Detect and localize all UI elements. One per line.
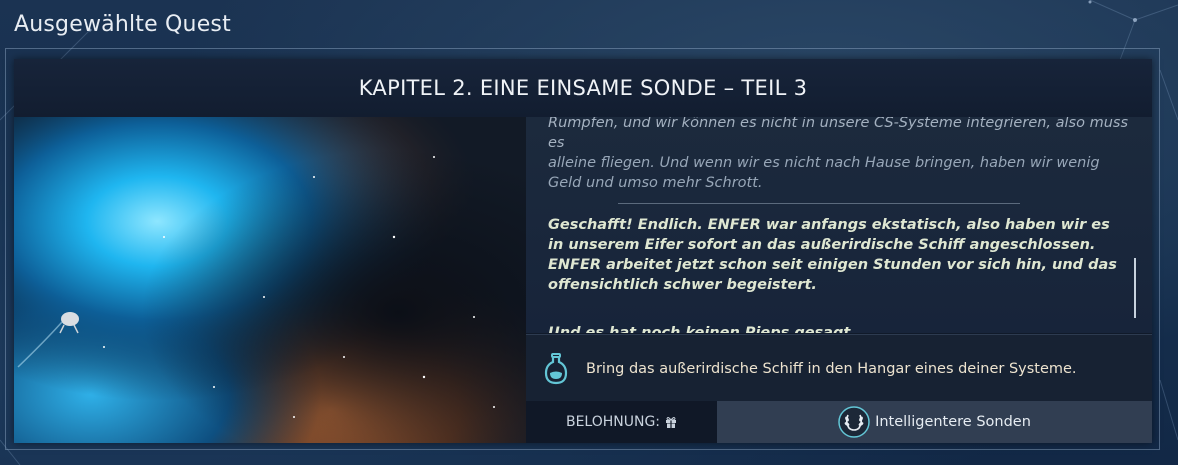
reward-label-cell: BELOHNUNG: xyxy=(526,401,717,443)
story-partial-line: Rumpfen, und wir können es nicht in unse… xyxy=(548,117,1129,151)
chapter-title: KAPITEL 2. EINE EINSAME SONDE – TEIL 3 xyxy=(358,76,808,100)
story-paragraph-2: Geschafft! Endlich. ENFER war anfangs ek… xyxy=(548,217,1117,293)
reward-label: BELOHNUNG: xyxy=(565,414,661,430)
story-text-area[interactable]: Rumpfen, und wir können es nicht in unse… xyxy=(526,117,1152,333)
nebula-image xyxy=(14,117,526,443)
reward-item[interactable]: Intelligentere Sonden xyxy=(717,401,1152,443)
selected-quest-title: Ausgewählte Quest xyxy=(14,12,231,37)
reward-bar: BELOHNUNG: Intelligentere Sonden xyxy=(526,401,1152,443)
story-paragraph-3: Und es hat noch keinen Pieps gesagt ... xyxy=(548,325,872,333)
chapter-bar: KAPITEL 2. EINE EINSAME SONDE – TEIL 3 xyxy=(14,59,1152,117)
quest-panel: KAPITEL 2. EINE EINSAME SONDE – TEIL 3 R… xyxy=(14,59,1152,443)
quest-objective: Bring das außerirdische Schiff in den Ha… xyxy=(526,334,1152,402)
reward-item-name: Intelligentere Sonden xyxy=(875,414,1031,430)
gift-icon xyxy=(666,417,677,428)
story-divider xyxy=(618,203,1020,204)
objective-text: Bring das außerirdische Schiff in den Ha… xyxy=(586,360,1077,377)
flask-icon xyxy=(544,352,568,384)
story-paragraph-1: alleine fliegen. Und wenn wir es nicht n… xyxy=(548,155,1100,191)
quest-artwork xyxy=(14,117,526,443)
story-scrollbar[interactable] xyxy=(1134,258,1136,318)
laurel-icon xyxy=(838,406,870,438)
